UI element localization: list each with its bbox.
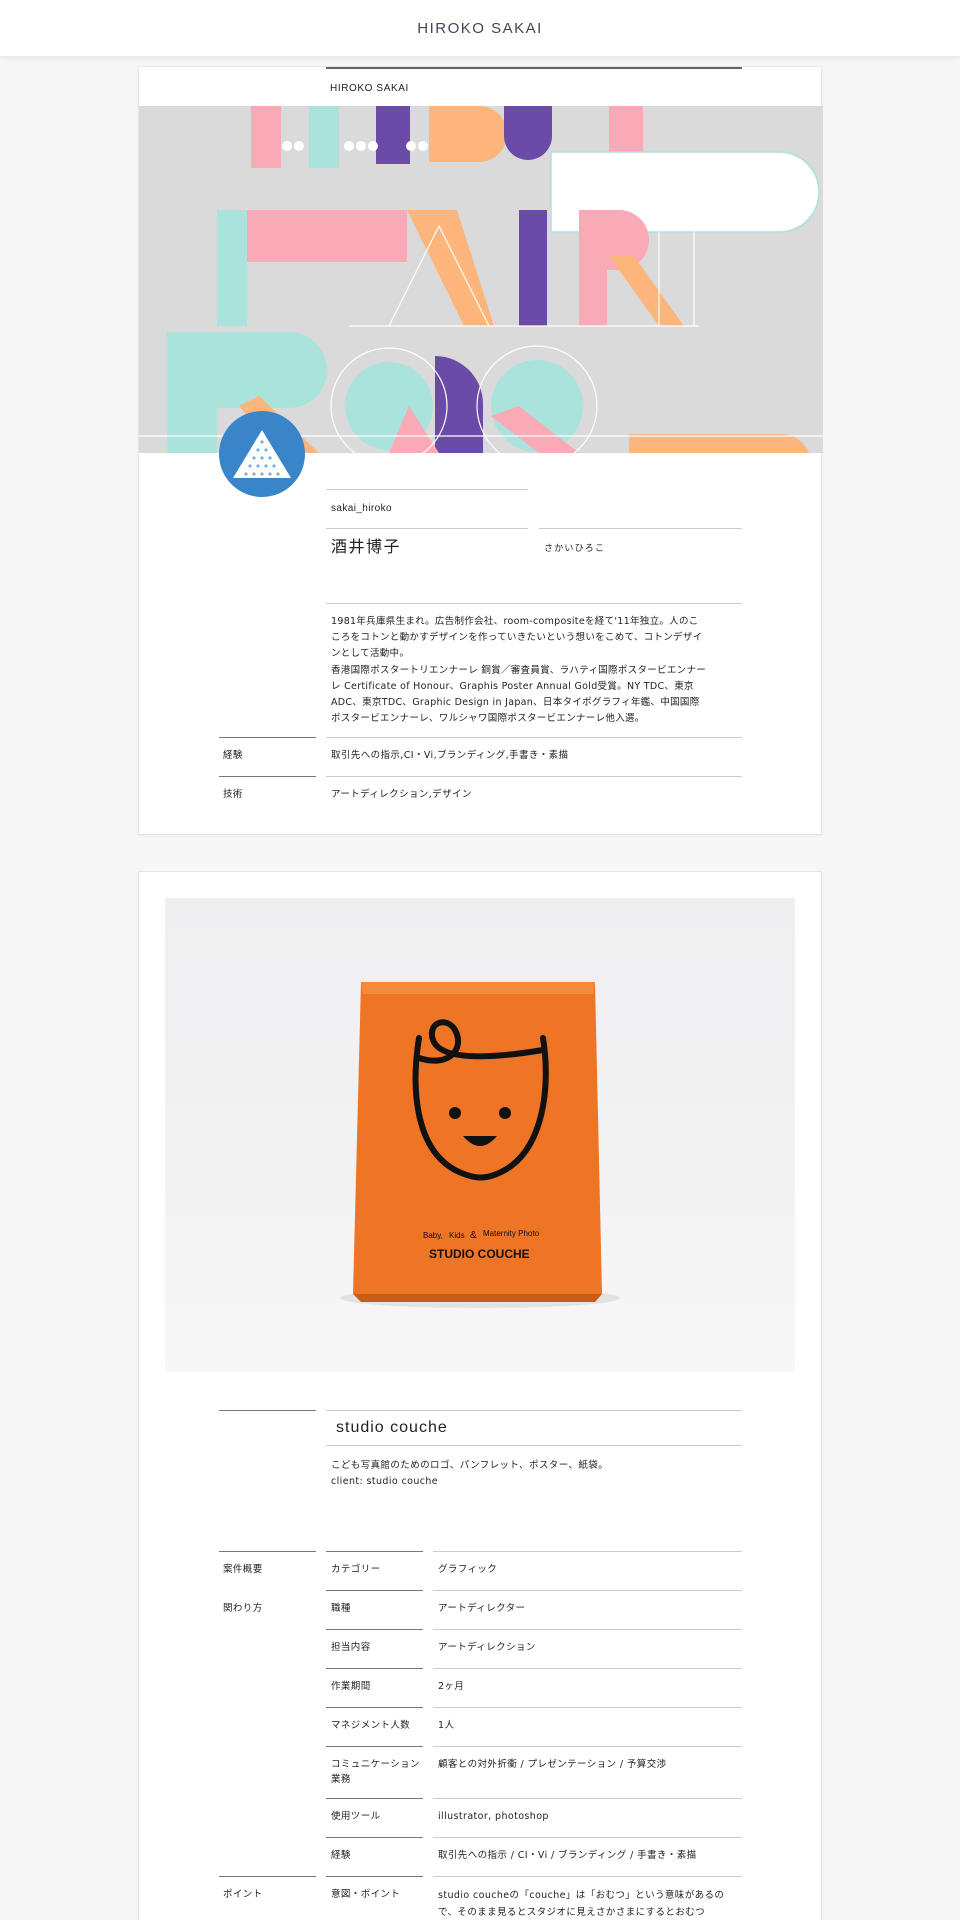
bio-line: ンとして活動中。 bbox=[331, 648, 410, 660]
divider bbox=[326, 1707, 423, 1708]
avatar-triangle-icon bbox=[233, 430, 291, 478]
bio-line: ポスタービエンナーレ、ワルシャワ国際ポスタービエンナーレ他入選。 bbox=[331, 713, 645, 725]
experience-label: 経験 bbox=[223, 750, 243, 761]
spec-section-point: ポイント bbox=[223, 1889, 263, 1900]
spec-label: マネジメント人数 bbox=[331, 1720, 411, 1731]
spec-value: illustrator, photoshop bbox=[438, 1811, 549, 1822]
divider bbox=[326, 1410, 742, 1411]
cover-shape bbox=[376, 106, 410, 164]
profile-cover-image bbox=[139, 106, 823, 453]
cover-shape bbox=[167, 376, 217, 453]
bio-line: 香港国際ポスタートリエンナーレ 銅賞／審査員賞、ラハティ国際ポスタービエンナー bbox=[331, 664, 707, 676]
cover-shape bbox=[629, 433, 809, 453]
cover-shape bbox=[579, 256, 607, 326]
divider bbox=[219, 776, 316, 777]
divider bbox=[326, 1746, 423, 1747]
divider bbox=[433, 1746, 742, 1747]
divider bbox=[326, 1876, 423, 1877]
description-line: client: studio couche bbox=[331, 1476, 439, 1487]
profile-bio: 1981年兵庫県生まれ。広告制作会社、room-compositeを経て'11年… bbox=[331, 614, 741, 727]
divider bbox=[326, 1551, 423, 1552]
divider bbox=[433, 1551, 742, 1552]
bag-text-maternity: Maternity Photo bbox=[483, 1229, 540, 1238]
bio-line: 1981年兵庫県生まれ。広告制作会社、room-compositeを経て'11年… bbox=[331, 616, 699, 627]
bag-text-studio: STUDIO COUCHE bbox=[429, 1247, 530, 1261]
divider bbox=[326, 603, 742, 604]
divider bbox=[219, 1876, 316, 1877]
experience-value: 取引先への指示,CI・Vi,ブランディング,手書き・素描 bbox=[331, 750, 569, 761]
cover-shape bbox=[251, 106, 281, 168]
divider bbox=[539, 528, 742, 529]
bio-line: レ Certificate of Honour、Graphis Poster A… bbox=[331, 680, 694, 692]
divider bbox=[326, 489, 528, 490]
spec-label: 使用ツール bbox=[331, 1811, 381, 1822]
cover-shape bbox=[429, 106, 507, 162]
profile-kana: さかいひろこ bbox=[544, 544, 606, 554]
cover-shape bbox=[309, 106, 339, 168]
bio-line: ADC、東京TDC、Graphic Design in Japan、日本タイポグ… bbox=[331, 697, 700, 709]
cover-artwork bbox=[139, 106, 823, 453]
cover-shape bbox=[247, 210, 407, 262]
shopping-bag-image: Baby, Kids & Maternity Photo STUDIO COUC… bbox=[340, 982, 620, 1308]
divider bbox=[219, 1410, 316, 1411]
work-description: こども写真館のためのロゴ、パンフレット、ポスター、紙袋。 client: stu… bbox=[331, 1458, 608, 1490]
avatar[interactable] bbox=[219, 411, 305, 497]
divider bbox=[326, 1668, 423, 1669]
spec-label: カテゴリー bbox=[331, 1564, 381, 1575]
divider bbox=[326, 1837, 423, 1838]
spec-label: 職種 bbox=[331, 1603, 351, 1614]
divider bbox=[326, 776, 742, 777]
divider bbox=[433, 1668, 742, 1669]
divider bbox=[433, 1876, 742, 1877]
divider bbox=[433, 1707, 742, 1708]
divider bbox=[326, 1445, 742, 1446]
spec-label: 担当内容 bbox=[331, 1642, 371, 1653]
spec-value: 2ヶ月 bbox=[438, 1681, 465, 1692]
divider bbox=[433, 1837, 742, 1838]
bio-line: ころをコトンと動かすデザインを作っていきたいという想いをこめて、コトンデザイ bbox=[331, 632, 703, 644]
spec-value: studio coucheの「couche」は「おむつ」という意味があるので、そ… bbox=[438, 1890, 725, 1918]
divider bbox=[326, 1629, 423, 1630]
profile-card: HIROKO SAKAI sakai_hiroko 酒井博子 さかいひろこ 19… bbox=[138, 66, 823, 835]
spec-value: アートディレクター bbox=[438, 1603, 526, 1614]
spec-label: 作業期間 bbox=[331, 1681, 371, 1692]
bag-text-kids: Kids bbox=[449, 1231, 465, 1240]
spec-label: 経験 bbox=[331, 1850, 351, 1861]
divider bbox=[433, 1590, 742, 1591]
cover-shape bbox=[504, 106, 552, 160]
spec-value: 取引先への指示 / CI・Vi / ブランディング / 手書き・素描 bbox=[438, 1850, 697, 1861]
divider bbox=[326, 528, 528, 529]
divider bbox=[326, 1590, 423, 1591]
work-card: Baby, Kids & Maternity Photo STUDIO COUC… bbox=[138, 871, 822, 1920]
site-title[interactable]: HIROKO SAKAI bbox=[417, 20, 543, 37]
bag-text-amp: & bbox=[470, 1230, 477, 1241]
profile-handle: sakai_hiroko bbox=[331, 503, 392, 514]
top-bar: HIROKO SAKAI bbox=[0, 0, 960, 56]
divider bbox=[219, 737, 316, 738]
divider bbox=[433, 1629, 742, 1630]
divider bbox=[219, 1551, 316, 1552]
description-line: こども写真館のためのロゴ、パンフレット、ポスター、紙袋。 bbox=[331, 1460, 609, 1471]
divider bbox=[326, 737, 742, 738]
cover-shape bbox=[519, 210, 547, 326]
profile-full-name: 酒井博子 bbox=[331, 537, 402, 556]
cover-shape bbox=[217, 210, 247, 326]
profile-name-heading: HIROKO SAKAI bbox=[326, 67, 742, 106]
skills-label: 技術 bbox=[223, 789, 243, 800]
divider bbox=[433, 1798, 742, 1799]
work-title: studio couche bbox=[336, 1419, 448, 1436]
bag-text-baby: Baby, bbox=[423, 1231, 443, 1240]
spec-value: 1人 bbox=[438, 1720, 455, 1731]
spec-value: アートディレクション bbox=[438, 1642, 536, 1653]
spec-value: 顧客との対外折衝 / プレゼンテーション / 予算交渉 bbox=[438, 1759, 667, 1770]
work-photo[interactable]: Baby, Kids & Maternity Photo STUDIO COUC… bbox=[165, 898, 795, 1372]
spec-section-role: 関わり方 bbox=[223, 1603, 263, 1614]
spec-label: コミュニケーション業務 bbox=[331, 1759, 420, 1785]
skills-value: アートディレクション,デザイン bbox=[331, 789, 472, 800]
spec-section-overview: 案件概要 bbox=[223, 1564, 263, 1575]
spec-value: グラフィック bbox=[438, 1564, 498, 1575]
spec-label: 意図・ポイント bbox=[331, 1889, 401, 1900]
divider bbox=[326, 1798, 423, 1799]
